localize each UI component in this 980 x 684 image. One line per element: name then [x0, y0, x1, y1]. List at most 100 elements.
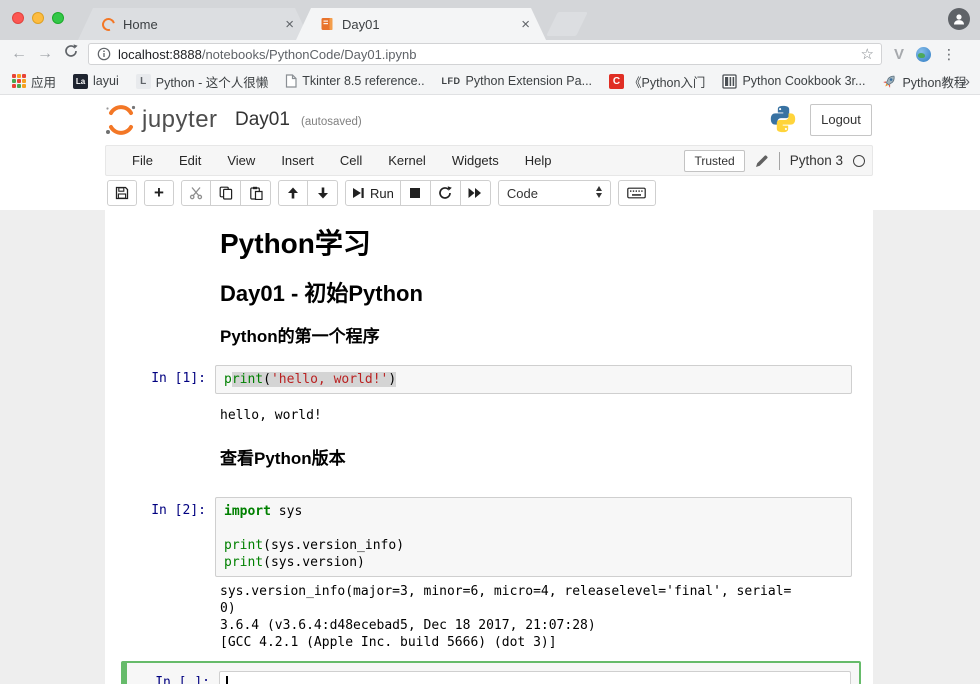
bookmark-label: Python Extension Pa...: [466, 74, 592, 88]
code-input-area[interactable]: print('hello, world!'): [215, 365, 852, 394]
kernel-idle-icon: [853, 155, 865, 167]
markdown-heading-3[interactable]: 查看Python版本: [220, 444, 346, 469]
code-input-area[interactable]: [219, 671, 851, 684]
command-palette-button[interactable]: [618, 180, 656, 206]
paste-icon: [249, 186, 263, 200]
menu-kernel[interactable]: Kernel: [375, 146, 439, 175]
letter-l-icon: L: [136, 74, 151, 89]
jupyter-spinner-icon: [100, 15, 118, 33]
move-cell-down-button[interactable]: [308, 180, 338, 206]
reload-icon[interactable]: [58, 41, 84, 67]
bookmark-python-cookbook[interactable]: Python Cookbook 3r...: [722, 74, 865, 89]
add-cell-button[interactable]: +: [144, 180, 174, 206]
run-label: Run: [370, 186, 394, 201]
step-forward-icon: [352, 186, 365, 200]
input-prompt: In [ ]:: [127, 671, 219, 684]
rocket-icon: [882, 74, 897, 89]
copy-cell-button[interactable]: [211, 180, 241, 206]
page-icon: [285, 74, 297, 88]
info-icon[interactable]: [97, 47, 111, 61]
refresh-icon: [438, 186, 452, 200]
fast-forward-icon: [468, 186, 482, 200]
browser-window: Home × Day01 × ← →: [0, 0, 980, 684]
move-cell-up-button[interactable]: [278, 180, 308, 206]
code-cell-2: In [2]: import sys print(sys.version_inf…: [105, 497, 852, 577]
code-input-area[interactable]: import sys print(sys.version_info)print(…: [215, 497, 852, 577]
csdn-c-icon: C: [609, 74, 624, 89]
notebook-book-icon: [320, 17, 334, 31]
python-logo-icon: [768, 104, 798, 134]
bookmark-layui[interactable]: La layui: [73, 74, 119, 89]
pencil-icon[interactable]: [755, 154, 769, 168]
paste-cell-button[interactable]: [241, 180, 271, 206]
minimize-window-button[interactable]: [32, 12, 44, 24]
menu-view[interactable]: View: [214, 146, 268, 175]
restart-run-all-button[interactable]: [461, 180, 491, 206]
jupyter-header: jupyter Day01 (autosaved) Logout: [0, 95, 980, 145]
bookmark-label: Python Cookbook 3r...: [742, 74, 865, 88]
bookmark-python-intro[interactable]: C 《Python入门: [609, 72, 705, 91]
interrupt-kernel-button[interactable]: [401, 180, 431, 206]
run-button[interactable]: Run: [345, 180, 401, 206]
checkpoint-status: (autosaved): [301, 116, 362, 128]
notebook-page: Python学习 Day01 - 初始Python Python的第一个程序 I…: [105, 210, 873, 684]
close-window-button[interactable]: [12, 12, 24, 24]
bookmark-tkinter[interactable]: Tkinter 8.5 reference..: [285, 74, 424, 88]
menu-cell[interactable]: Cell: [327, 146, 375, 175]
tab-close-icon[interactable]: ×: [283, 16, 296, 33]
menu-help[interactable]: Help: [512, 146, 565, 175]
logout-button[interactable]: Logout: [810, 104, 872, 136]
save-button[interactable]: [107, 180, 137, 206]
browser-tab-home[interactable]: Home ×: [78, 8, 310, 40]
tab-close-icon[interactable]: ×: [519, 16, 532, 33]
forward-icon[interactable]: →: [32, 41, 58, 67]
bookmark-label: Python - 这个人很懒: [156, 72, 269, 91]
cut-cell-button[interactable]: [181, 180, 211, 206]
browser-tab-day01[interactable]: Day01 ×: [296, 8, 546, 40]
url-path: /notebooks/PythonCode/Day01.ipynb: [202, 47, 417, 62]
new-tab-button[interactable]: [546, 12, 588, 36]
arrow-down-icon: [316, 186, 330, 200]
back-icon[interactable]: ←: [6, 41, 32, 67]
chrome-menu-icon[interactable]: ⋮: [942, 46, 956, 63]
traffic-lights: [12, 12, 64, 24]
menu-insert[interactable]: Insert: [268, 146, 327, 175]
cell-2-output: sys.version_info(major=3, minor=6, micro…: [220, 583, 795, 651]
bookmark-apps[interactable]: 应用: [12, 72, 56, 91]
code-cell-3-selected[interactable]: In [ ]:: [121, 661, 861, 684]
jupyter-brand-text[interactable]: jupyter: [142, 106, 218, 134]
cell-type-value: Code: [507, 186, 538, 201]
select-carets-icon: [596, 186, 602, 198]
markdown-heading-1[interactable]: Python学习: [220, 222, 371, 262]
markdown-heading-2[interactable]: Day01 - 初始Python: [220, 276, 423, 308]
bookmark-python-extension[interactable]: LFD Python Extension Pa...: [442, 74, 592, 88]
cell-type-select[interactable]: Code: [498, 180, 611, 206]
menu-widgets[interactable]: Widgets: [439, 146, 512, 175]
notebook-background: Python学习 Day01 - 初始Python Python的第一个程序 I…: [0, 210, 980, 684]
notebook-title[interactable]: Day01: [235, 109, 290, 131]
jupyter-menubar-row: File Edit View Insert Cell Kernel Widget…: [0, 145, 980, 176]
jupyter-menubar: File Edit View Insert Cell Kernel Widget…: [105, 145, 873, 176]
tab-title: Home: [123, 17, 283, 32]
menu-file[interactable]: File: [119, 146, 166, 175]
bookmarks-overflow-icon[interactable]: »: [962, 73, 970, 90]
trusted-badge[interactable]: Trusted: [684, 150, 744, 172]
floppy-icon: [115, 186, 129, 200]
bookmark-python-tutorial[interactable]: Python教程: [882, 72, 966, 91]
bookmark-label: 应用: [31, 72, 56, 91]
menu-edit[interactable]: Edit: [166, 146, 214, 175]
zoom-window-button[interactable]: [52, 12, 64, 24]
markdown-heading-3[interactable]: Python的第一个程序: [220, 322, 380, 347]
scissors-icon: [189, 186, 203, 200]
code-cell-1: In [1]: print('hello, world!'): [105, 365, 852, 394]
url-bar[interactable]: localhost:8888/notebooks/PythonCode/Day0…: [88, 43, 882, 65]
bookmark-star-icon[interactable]: ☆: [861, 45, 874, 63]
stop-icon: [409, 187, 421, 199]
copy-icon: [219, 186, 233, 200]
bookmark-python-blog[interactable]: L Python - 这个人很懒: [136, 72, 269, 91]
globe-extension-icon[interactable]: [916, 47, 931, 62]
profile-avatar-icon[interactable]: [948, 8, 970, 30]
jupyter-logo-icon[interactable]: [104, 103, 138, 137]
restart-kernel-button[interactable]: [431, 180, 461, 206]
extension-v-icon[interactable]: V: [894, 46, 904, 63]
